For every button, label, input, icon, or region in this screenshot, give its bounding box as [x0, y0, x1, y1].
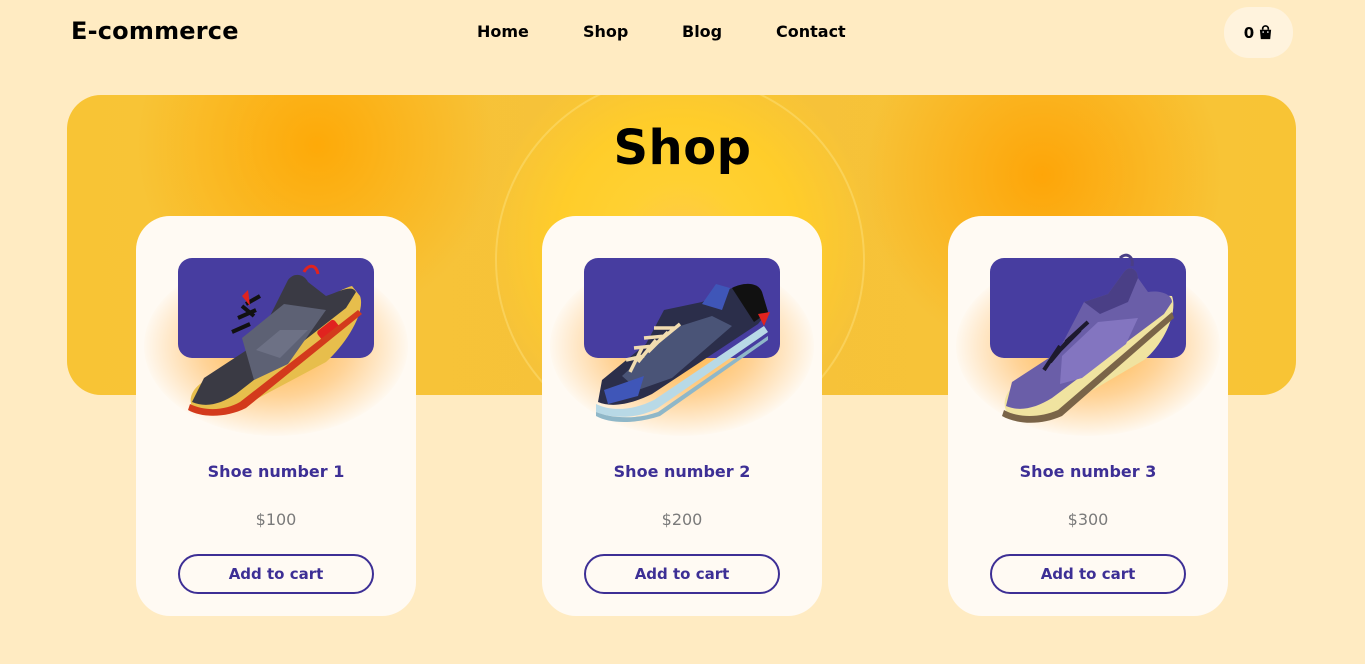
product-card: Shoe number 2 $200 Add to cart	[542, 216, 822, 616]
product-price: $200	[661, 510, 703, 529]
nav-home[interactable]: Home	[477, 22, 529, 41]
sneaker-3-image	[1002, 253, 1174, 423]
product-name[interactable]: Shoe number 1	[136, 462, 416, 481]
add-to-cart-button[interactable]: Add to cart	[990, 554, 1186, 594]
product-card: Shoe number 3 $300 Add to cart	[948, 216, 1228, 616]
product-price: $300	[1067, 510, 1109, 529]
add-to-cart-button[interactable]: Add to cart	[584, 554, 780, 594]
product-name[interactable]: Shoe number 3	[948, 462, 1228, 481]
shopping-bag-icon	[1260, 25, 1272, 40]
product-price: $100	[255, 510, 297, 529]
product-name[interactable]: Shoe number 2	[542, 462, 822, 481]
nav-blog[interactable]: Blog	[682, 22, 722, 41]
cart-button[interactable]: 0	[1224, 7, 1293, 58]
cart-count: 0	[1243, 23, 1255, 42]
product-card: Shoe number 1 $100 Add to cart	[136, 216, 416, 616]
nav-shop[interactable]: Shop	[583, 22, 628, 41]
add-to-cart-button[interactable]: Add to cart	[178, 554, 374, 594]
page-title: Shop	[613, 120, 752, 176]
sneaker-1-image	[188, 264, 362, 416]
nav-contact[interactable]: Contact	[776, 22, 846, 41]
main-nav: Home Shop Blog Contact	[0, 22, 1365, 44]
sneaker-2-image	[596, 283, 770, 422]
